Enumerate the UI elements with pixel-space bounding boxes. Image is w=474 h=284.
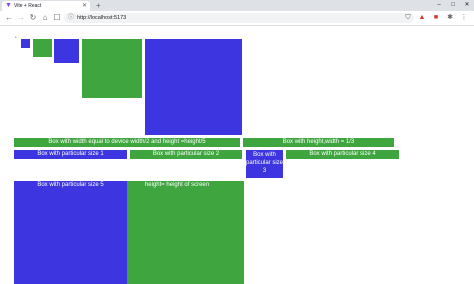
box-small [33, 39, 52, 57]
box-tiny [21, 39, 30, 48]
maximize-button[interactable]: □ [446, 0, 460, 11]
tiny-marker: * [15, 35, 17, 40]
url-text[interactable]: http://localhost:5173 [77, 15, 126, 21]
box-half-width: Box with width equal to device width/2 a… [14, 138, 240, 147]
box-large [82, 39, 142, 98]
box-size-1-label: Box with particular size 1 [37, 151, 104, 157]
new-tab-button[interactable]: + [96, 1, 101, 10]
box-size-4: Box with particular size 4 [286, 150, 399, 159]
box-size-1: Box with particular size 1 [14, 150, 127, 159]
pdf-icon[interactable]: ■ [432, 14, 440, 22]
forward-arrow-icon[interactable]: → [16, 13, 26, 23]
back-arrow-icon[interactable]: ← [4, 13, 14, 23]
page-viewport: * Box with width equal to device width/2… [0, 26, 474, 284]
box-size-2: Box with particular size 2 [130, 150, 242, 159]
tab-strip: ▼ Vite + React ✕ + – □ ✕ [0, 0, 474, 11]
home-icon[interactable]: ⌂ [40, 13, 50, 23]
box-third: Box with height,width = 1/3 [243, 138, 394, 147]
close-window-button[interactable]: ✕ [460, 0, 474, 11]
box-third-label: Box with height,width = 1/3 [282, 139, 355, 145]
box-medium [54, 39, 79, 63]
box-size-3-label: Box with particular size 3 [246, 152, 283, 174]
address-bar[interactable]: ⓘ http://localhost:5173 [64, 13, 414, 23]
box-screen-height: height= height of screen [127, 181, 244, 284]
bookmark-icon[interactable]: ☐ [52, 13, 62, 23]
window-controls: – □ ✕ [432, 0, 474, 11]
tab-title: Vite + React [14, 3, 42, 9]
minimize-button[interactable]: – [432, 0, 446, 11]
box-size-5-label: Box with particular size 5 [37, 182, 104, 188]
warning-icon[interactable]: ▲ [418, 14, 426, 22]
browser-tab[interactable]: ▼ Vite + React ✕ [2, 1, 90, 11]
box-size-5: Box with particular size 5 [14, 181, 127, 284]
shield-icon[interactable]: ⛉ [404, 14, 412, 22]
box-xlarge [145, 39, 242, 135]
box-size-2-label: Box with particular size 2 [152, 151, 220, 157]
vite-favicon-icon: ▼ [5, 2, 12, 9]
puzzle-icon[interactable]: ✱ [446, 14, 454, 22]
menu-icon[interactable]: ⋮ [460, 14, 468, 22]
reload-icon[interactable]: ↻ [28, 13, 38, 23]
info-icon[interactable]: ⓘ [68, 15, 74, 21]
box-size-4-label: Box with particular size 4 [309, 151, 376, 157]
box-screen-height-label: height= height of screen [144, 182, 210, 188]
box-size-3: Box with particular size 3 [246, 150, 283, 178]
browser-toolbar: ← → ↻ ⌂ ☐ ⓘ http://localhost:5173 ⛉ ▲ ■ … [0, 11, 474, 26]
box-half-width-label: Box with width equal to device width/2 a… [48, 139, 206, 145]
close-tab-icon[interactable]: ✕ [82, 3, 87, 9]
